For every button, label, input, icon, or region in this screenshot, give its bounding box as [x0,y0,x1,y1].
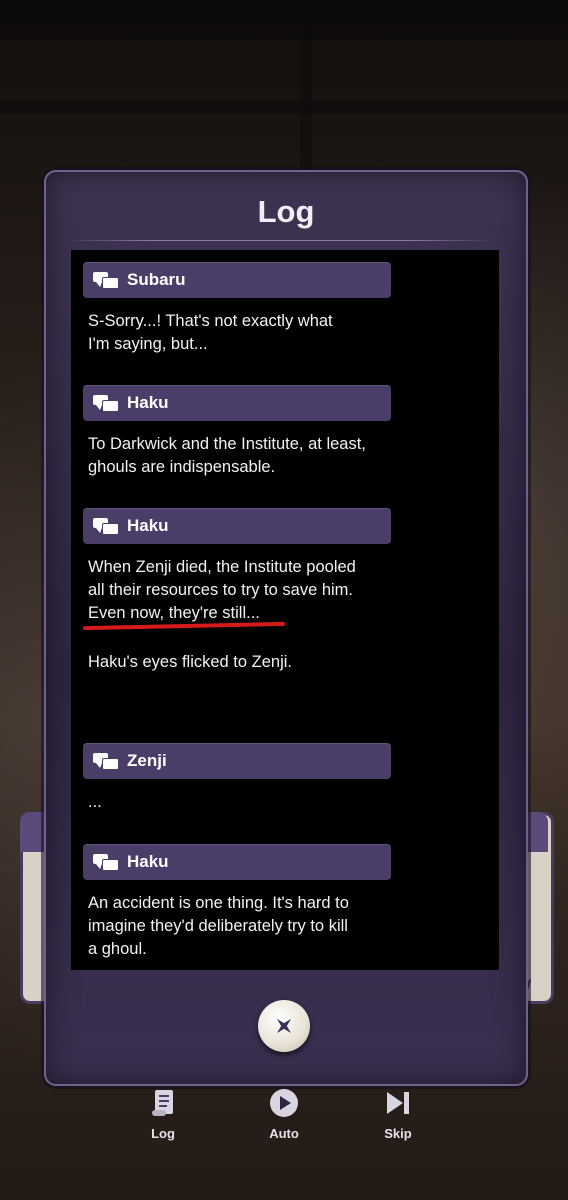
dialogue-text: To Darkwick and the Institute, at least,… [88,435,366,476]
toolbar-log-label: Log [151,1126,175,1141]
close-x-icon [276,1018,292,1034]
chat-bubbles-icon [93,270,119,290]
log-title: Log [257,194,315,229]
speaker-name: Haku [127,852,169,871]
log-window: Log Subaru S-Sorry...! That's not exactl… [44,170,528,1086]
skip-icon [387,1092,409,1114]
log-entry: Zenji ... [83,743,499,814]
log-entry: Haku When Zenji died, the Institute pool… [82,508,499,631]
speaker-name-bar: Haku [83,385,391,421]
chat-bubbles-icon [93,516,119,536]
log-entry-narration: Haku's eyes flicked to Zenji. [83,643,499,674]
speaker-name: Subaru [127,270,186,289]
dialogue-text: S-Sorry...! That's not exactly what I'm … [88,312,333,353]
dialogue-text: An accident is one thing. It's hard to i… [88,894,349,958]
dialogue-text: When Zenji died, the Institute pooled al… [88,558,356,622]
chat-bubbles-icon [93,751,119,771]
log-entry: Subaru S-Sorry...! That's not exactly wh… [83,262,499,356]
title-divider [64,240,496,241]
play-icon [270,1089,298,1117]
toolbar-skip-button[interactable]: Skip [368,1086,428,1141]
toolbar-skip-label: Skip [384,1126,412,1141]
speaker-name-bar: Haku [83,508,391,544]
narration-text: Haku's eyes flicked to Zenji. [88,653,292,671]
speaker-name-bar: Subaru [83,262,391,298]
chat-bubbles-icon [93,852,119,872]
speaker-name: Zenji [127,751,167,770]
dialogue-text: ... [88,793,102,811]
log-entry: Haku An accident is one thing. It's hard… [83,844,499,961]
speaker-name: Haku [127,393,169,412]
speaker-name-bar: Zenji [83,743,391,779]
scroll-icon [152,1090,173,1116]
log-scroll-area[interactable]: Subaru S-Sorry...! That's not exactly wh… [71,250,499,970]
speaker-name-bar: Haku [83,844,391,880]
close-log-button[interactable] [258,1000,310,1052]
log-entry: Haku To Darkwick and the Institute, at l… [83,385,499,479]
chat-bubbles-icon [93,393,119,413]
toolbar-auto-button[interactable]: Auto [254,1086,314,1141]
toolbar-log-button[interactable]: Log [133,1086,193,1141]
speaker-name: Haku [127,516,169,535]
toolbar-auto-label: Auto [269,1126,299,1141]
